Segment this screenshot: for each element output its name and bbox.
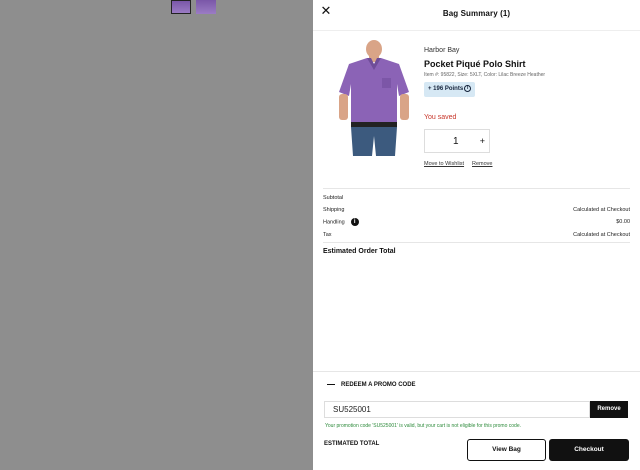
remove-item-link[interactable]: Remove <box>472 161 492 167</box>
page-backdrop-overlay[interactable] <box>0 0 313 470</box>
estimated-order-total-label: Estimated Order Total <box>323 248 396 255</box>
quantity-stepper[interactable]: 1 + <box>424 129 490 153</box>
estimated-total-label: ESTIMATED TOTAL <box>324 441 380 447</box>
subtotal-label: Subtotal <box>323 195 344 201</box>
divider <box>313 30 640 31</box>
drawer-title: Bag Summary (1) <box>442 9 511 18</box>
you-saved-text: You saved <box>424 114 457 121</box>
info-icon[interactable]: i <box>464 84 472 92</box>
plus-icon[interactable]: + <box>480 136 485 146</box>
shipping-value: Calculated at Checkout <box>573 207 630 213</box>
points-label: + 196 Points <box>428 86 464 92</box>
bag-summary-drawer: ✕ Bag Summary (1) Harbor Bay Pocket Piqu… <box>313 0 640 470</box>
checkout-footer: REDEEM A PROMO CODE SU525001 Remove Your… <box>313 371 640 470</box>
product-image[interactable] <box>329 40 419 156</box>
promo-status-message: Your promotion code 'SU525001' is valid,… <box>325 423 521 429</box>
divider <box>323 188 630 189</box>
view-bag-button[interactable]: View Bag <box>467 439 546 461</box>
tax-label: Tax <box>323 232 332 238</box>
product-thumbnail[interactable] <box>171 0 191 14</box>
handling-value: $0.00 <box>616 219 630 225</box>
promo-remove-button[interactable]: Remove <box>590 401 628 418</box>
product-meta: Item #: 95822, Size: 5XLT, Color: Lilac … <box>424 72 546 78</box>
quantity-value[interactable]: 1 <box>453 136 459 147</box>
promo-code-input[interactable]: SU525001 <box>324 401 590 418</box>
product-thumbnail[interactable] <box>196 0 216 14</box>
handling-label: Handling <box>323 219 345 226</box>
divider <box>323 242 630 243</box>
info-icon[interactable]: i <box>350 218 359 226</box>
collapse-icon <box>327 383 335 386</box>
product-brand: Harbor Bay <box>424 47 460 54</box>
points-badge: + 196 Points i <box>424 82 476 97</box>
move-to-wishlist-link[interactable]: Move to Wishlist <box>424 161 464 167</box>
promo-toggle-label: REDEEM A PROMO CODE <box>341 382 416 388</box>
promo-code-toggle[interactable]: REDEEM A PROMO CODE <box>327 382 416 388</box>
shipping-label: Shipping <box>323 207 345 213</box>
product-name[interactable]: Pocket Piqué Polo Shirt <box>424 59 526 69</box>
checkout-button[interactable]: Checkout <box>549 439 629 461</box>
tax-value: Calculated at Checkout <box>573 232 630 238</box>
